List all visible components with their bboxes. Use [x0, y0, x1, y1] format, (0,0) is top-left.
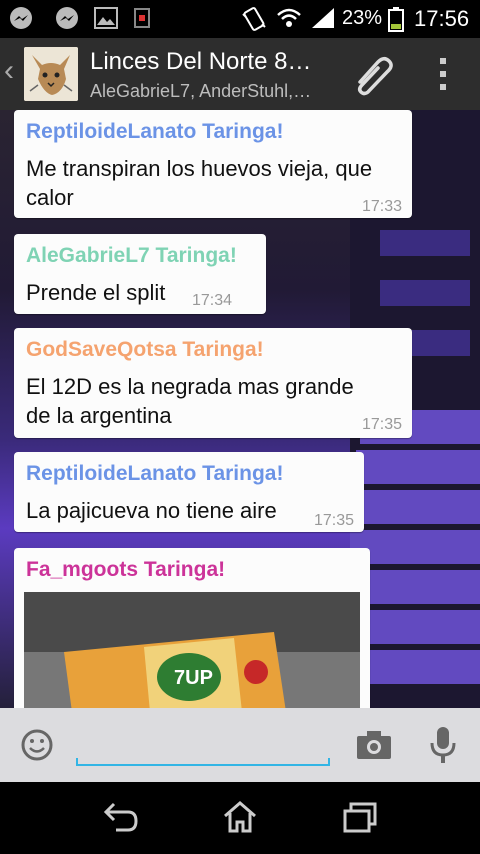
chat-header: ‹ Linces Del Norte 8… AleGabrieL7, Ander… [0, 38, 480, 110]
recent-apps-icon[interactable] [342, 800, 378, 834]
paperclip-icon[interactable] [350, 52, 396, 96]
photo-image: 7UP [24, 592, 360, 708]
status-bar: 23% 17:56 [0, 0, 480, 38]
sender-name: ReptiloideLanato Taringa! [26, 120, 284, 143]
group-members[interactable]: AleGabrieL7, AnderStuhl,… [90, 81, 340, 102]
message-bubble[interactable]: ReptiloideLanato Taringa! La pajicueva n… [14, 452, 364, 532]
message-text: La pajicueva no tiene aire [26, 498, 277, 523]
microphone-icon[interactable] [430, 726, 456, 764]
message-bubble[interactable]: Fa_mgoots Taringa! 7UP [14, 548, 370, 708]
gallery-icon [94, 7, 118, 29]
sender-name: GodSaveQotsa Taringa! [26, 338, 264, 361]
sender-name: ReptiloideLanato Taringa! [26, 462, 284, 485]
message-time: 17:35 [314, 512, 355, 529]
svg-text:7UP: 7UP [174, 667, 213, 689]
message-time: 17:33 [362, 198, 403, 215]
message-time: 17:34 [192, 292, 233, 309]
clock: 17:56 [414, 6, 470, 31]
message-bubble[interactable]: ReptiloideLanato Taringa! Me transpiran … [14, 110, 412, 218]
message-input[interactable] [76, 758, 330, 766]
overflow-menu-icon[interactable] [436, 56, 450, 92]
wifi-icon [277, 8, 301, 27]
message-bubble[interactable]: AleGabrieL7 Taringa! Prende el split 17:… [14, 234, 266, 314]
message-text: Me transpiran los huevos vieja, que calo… [26, 156, 373, 210]
sender-name: AleGabrieL7 Taringa! [26, 244, 237, 267]
sim-icon [134, 8, 150, 28]
message-bubble[interactable]: GodSaveQotsa Taringa! El 12D es la negra… [14, 328, 412, 438]
navigation-bar [0, 782, 480, 854]
home-icon[interactable] [222, 800, 258, 834]
message-text: El 12D es la negrada mas grande de la ar… [26, 374, 354, 428]
messenger-icon [10, 7, 32, 29]
message-time: 17:35 [362, 416, 403, 433]
back-nav-icon[interactable] [102, 800, 140, 834]
emoji-icon[interactable] [20, 728, 54, 762]
message-text: Prende el split [26, 280, 166, 305]
messenger-icon [56, 7, 78, 29]
back-icon[interactable]: ‹ [4, 56, 14, 86]
vibrate-icon [242, 7, 266, 31]
battery-icon [388, 7, 404, 32]
signal-icon [312, 8, 334, 28]
chat-area[interactable]: ReptiloideLanato Taringa! Me transpiran … [0, 110, 480, 708]
group-avatar[interactable] [24, 47, 78, 101]
camera-icon[interactable] [356, 730, 392, 760]
lynx-avatar [24, 47, 78, 101]
battery-percent: 23% [342, 7, 383, 29]
compose-bar [0, 708, 480, 782]
group-title[interactable]: Linces Del Norte 8… [90, 48, 340, 76]
sender-name: Fa_mgoots Taringa! [26, 558, 226, 581]
photo-attachment[interactable]: 7UP [24, 592, 360, 708]
